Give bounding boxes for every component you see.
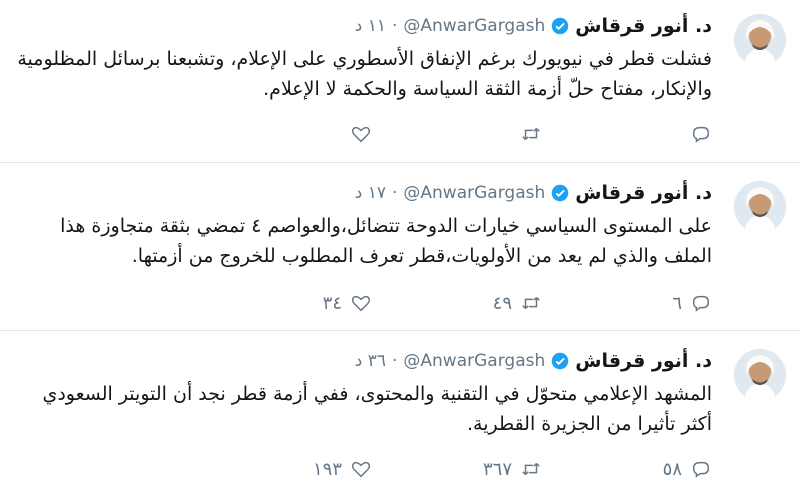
user-handle[interactable]: @AnwarGargash [403,183,545,203]
tweet-feed: د. أنور قرقاش @AnwarGargash · ١١ د فشلت … [0,0,800,500]
heart-icon [350,123,372,145]
user-handle[interactable]: @AnwarGargash [403,351,545,371]
retweet-icon [520,123,542,145]
retweet-icon [520,292,542,314]
user-handle[interactable]: @AnwarGargash [403,16,545,36]
reply-count: ٥٨ [662,458,682,480]
reply-icon [690,123,712,145]
separator-dot: · [392,351,398,371]
reply-icon [690,292,712,314]
separator-dot: · [392,16,398,36]
avatar[interactable] [734,181,786,233]
like-button[interactable] [292,123,372,145]
tweet[interactable]: د. أنور قرقاش @AnwarGargash · ١١ د فشلت … [0,0,800,163]
tweet-text: على المستوى السياسي خيارات الدوحة تتضائل… [60,215,712,267]
timestamp[interactable]: ١٧ د [355,183,386,203]
like-count: ٣٤ [322,292,342,314]
tweet-text: المشهد الإعلامي متحوّل في التقنية والمحت… [42,383,712,435]
retweet-button[interactable] [462,123,542,145]
display-name[interactable]: د. أنور قرقاش [575,350,712,372]
reply-button[interactable] [632,123,712,145]
display-name[interactable]: د. أنور قرقاش [575,182,712,204]
like-button[interactable]: ١٩٣ [292,458,372,480]
timestamp[interactable]: ٣٦ د [355,351,386,371]
retweet-button[interactable]: ٤٩ [462,292,542,314]
tweet[interactable]: د. أنور قرقاش @AnwarGargash · ٣٦ د المشه… [0,331,800,500]
reply-icon [690,458,712,480]
reply-button[interactable]: ٥٨ [632,458,712,480]
tweet-actions [292,120,712,148]
verified-badge-icon [551,352,569,370]
retweet-icon [520,458,542,480]
like-count: ١٩٣ [312,458,342,480]
tweet-text: فشلت قطر في نيويورك برغم الإنفاق الأسطور… [17,48,712,100]
heart-icon [350,292,372,314]
heart-icon [350,458,372,480]
avatar[interactable] [734,14,786,66]
avatar[interactable] [734,349,786,401]
tweet-actions: ٦ ٤٩ ٣٤ [292,289,712,317]
reply-button[interactable]: ٦ [632,292,712,314]
reply-count: ٦ [672,292,682,314]
verified-badge-icon [551,17,569,35]
retweet-button[interactable]: ٣٦٧ [462,458,542,480]
like-button[interactable]: ٣٤ [292,292,372,314]
verified-badge-icon [551,184,569,202]
retweet-count: ٣٦٧ [482,458,512,480]
tweet-actions: ٥٨ ٣٦٧ ١٩٣ [292,455,712,483]
separator-dot: · [392,183,398,203]
display-name[interactable]: د. أنور قرقاش [575,15,712,37]
timestamp[interactable]: ١١ د [355,16,386,36]
retweet-count: ٤٩ [492,292,512,314]
tweet[interactable]: د. أنور قرقاش @AnwarGargash · ١٧ د على ا… [0,163,800,331]
